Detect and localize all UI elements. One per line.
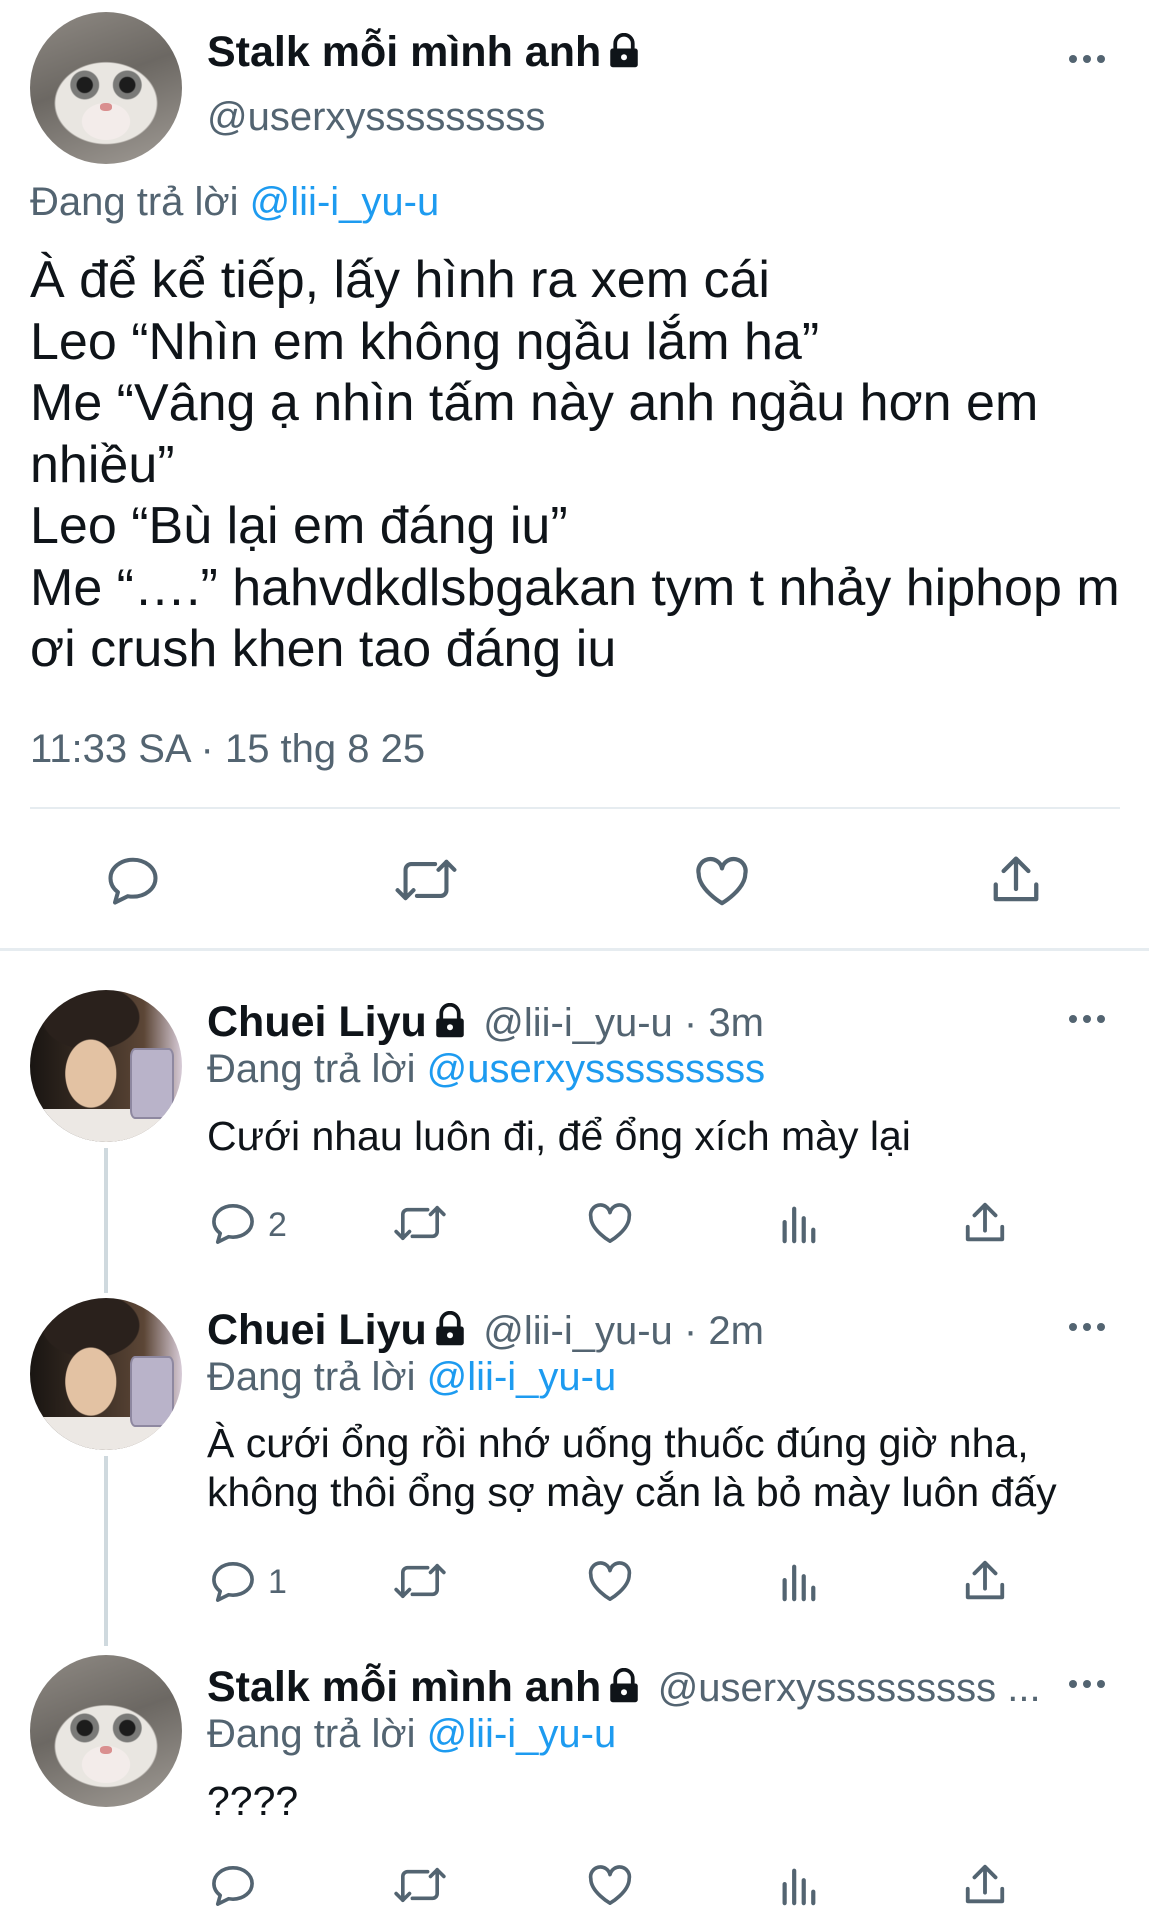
thread-line [104,1456,108,1646]
tweet-timestamp[interactable]: 11:33 SA · 15 thg 8 25 [30,727,425,772]
section-divider [0,948,1149,951]
more-icon[interactable] [1067,52,1107,70]
more-icon[interactable] [1067,1677,1107,1695]
replying-to-link[interactable]: @lii-i_yu-u [427,1712,617,1756]
reply-icon[interactable] [210,1202,256,1244]
reply-icon[interactable] [106,855,160,905]
reply-text: ???? [207,1778,299,1824]
tweet-text: À để kể tiếp, lấy hình ra xem cái Leo “N… [30,251,1120,678]
reply-header: Stalk mỗi mình anh @userxysssssssss ... [207,1663,1041,1712]
avatar[interactable] [30,1298,182,1450]
handle-time[interactable]: @lii-i_yu-u · 2m [483,1309,764,1353]
replying-to: Đang trả lời @lii-i_yu-u [30,180,440,224]
handle-time[interactable]: @lii-i_yu-u · 3m [483,1001,764,1045]
replying-to: Đang trả lời @lii-i_yu-u [207,1712,617,1756]
reply-count: 2 [268,1206,287,1244]
avatar[interactable] [30,12,182,164]
author-handle[interactable]: @userxysssssssss [207,95,545,140]
avatar[interactable] [30,1655,182,1807]
divider [30,807,1120,809]
more-icon[interactable] [1067,1012,1107,1030]
like-icon[interactable] [694,855,750,907]
retweet-icon[interactable] [393,1560,447,1602]
reply-count: 1 [268,1563,287,1601]
replying-to-link[interactable]: @lii-i_yu-u [250,180,440,224]
like-icon[interactable] [587,1559,633,1603]
replying-to-link[interactable]: @userxysssssssss [427,1047,765,1091]
replying-to: Đang trả lời @userxysssssssss [207,1047,766,1091]
share-icon[interactable] [963,1200,1007,1246]
author-name[interactable]: Stalk mỗi mình anh [207,28,639,77]
reply-text: À cưới ổng rồi nhớ uống thuốc đúng giờ n… [207,1420,1057,1515]
author-name[interactable]: Chuei Liyu [207,998,427,1046]
lock-icon [435,1310,465,1347]
author-name[interactable]: Chuei Liyu [207,1306,427,1354]
retweet-icon[interactable] [393,1202,447,1244]
retweet-icon[interactable] [394,855,458,905]
reply-text: Cưới nhau luôn đi, để ổng xích mày lại [207,1113,911,1159]
replying-to: Đang trả lời @lii-i_yu-u [207,1355,617,1399]
author-name[interactable]: Stalk mỗi mình anh [207,1663,601,1711]
thread-line [104,1148,108,1293]
reply-header: Chuei Liyu @lii-i_yu-u · 3m [207,998,764,1047]
like-icon[interactable] [587,1201,633,1245]
views-icon[interactable] [778,1561,818,1603]
views-icon[interactable] [778,1203,818,1245]
more-icon[interactable] [1067,1320,1107,1338]
avatar[interactable] [30,990,182,1142]
lock-icon [609,1667,639,1704]
replying-to-link[interactable]: @lii-i_yu-u [427,1355,617,1399]
lock-icon [435,1002,465,1039]
share-icon[interactable] [990,853,1042,907]
like-icon[interactable] [587,1863,633,1907]
handle-time[interactable]: @userxysssssssss ... [658,1666,1041,1710]
reply-icon[interactable] [210,1864,256,1906]
lock-icon [609,31,639,68]
reply-header: Chuei Liyu @lii-i_yu-u · 2m [207,1306,764,1355]
views-icon[interactable] [778,1865,818,1907]
share-icon[interactable] [963,1558,1007,1604]
reply-icon[interactable] [210,1560,256,1602]
retweet-icon[interactable] [393,1864,447,1906]
share-icon[interactable] [963,1862,1007,1908]
